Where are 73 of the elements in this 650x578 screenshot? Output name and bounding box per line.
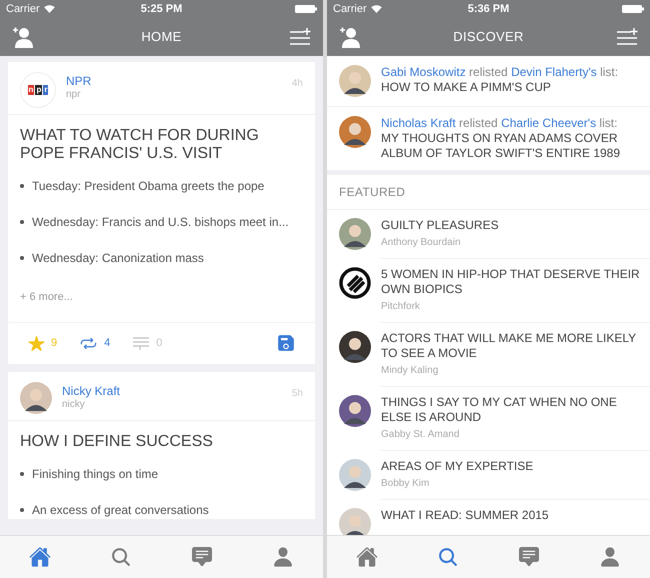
action-count: 9 (51, 336, 58, 351)
home-icon (356, 546, 378, 568)
user-link[interactable]: Nicholas Kraft (381, 116, 456, 130)
featured-list-title[interactable]: WHAT I READ: SUMMER 2015 (381, 508, 640, 523)
featured-list-author: Mindy Kaling (381, 364, 440, 378)
messages-icon (192, 547, 212, 567)
avatar (339, 116, 371, 148)
user-link[interactable]: Gabi Moskowitz (381, 65, 466, 79)
messages-icon (518, 547, 539, 567)
post-title: HOW I DEFINE SUCCESS (20, 432, 214, 450)
bullet-text: Finishing things on time (32, 466, 158, 482)
featured-list-author: Anthony Bourdain (381, 236, 462, 250)
post-title: WHAT TO WATCH FOR DURING POPE FRANCIS' U.S. VISIT (20, 127, 260, 163)
profile-icon (272, 546, 294, 568)
search-icon (437, 546, 460, 568)
featured-list-title[interactable]: 5 WOMEN IN HIP-HOP THAT DESERVE THEIR OWN BIOPICS (381, 267, 640, 297)
user-link[interactable]: Charlie Cheever's (501, 116, 596, 130)
avatar (20, 382, 52, 414)
featured-list-title[interactable]: ACTORS THAT WILL MAKE ME MORE LIKELY TO SEE A MOVIE (381, 331, 640, 361)
user-link[interactable]: Devin Flaherty's (511, 65, 597, 79)
battery-icon (622, 5, 644, 13)
featured-list-title[interactable]: GUILTY PLEASURES (381, 218, 640, 233)
featured-list-title[interactable]: THINGS I SAY TO MY CAT WHEN NO ONE ELSE IS AROUND (381, 395, 640, 425)
logo-letter: n (28, 85, 34, 95)
add-person-icon[interactable] (339, 26, 361, 48)
status-time: 5:25 PM (140, 2, 182, 17)
avatar (339, 65, 371, 97)
carrier-label: Carrier (6, 2, 40, 17)
featured-list-title[interactable]: AREAS OF MY EXPERTISE (381, 459, 640, 474)
logo-letter: r (43, 85, 48, 95)
featured-list-author: Pitchfork (381, 300, 421, 314)
featured-list-author: Gabby St. Amand (381, 428, 460, 442)
bullet-icon (20, 220, 24, 224)
search-icon (110, 546, 132, 568)
activity-sentence: Gabi Moskowitz relisted Devin Flaherty's list: (381, 65, 618, 80)
section-header: FEATURED (327, 175, 650, 210)
screen-title: DISCOVER (453, 28, 524, 46)
home-icon (29, 546, 52, 568)
bullet-icon (20, 472, 24, 476)
featured-list-author: Bobby Kim (381, 477, 430, 491)
author-name[interactable]: Nicky Kraft (62, 384, 282, 398)
avatar (339, 331, 371, 363)
star-icon[interactable] (28, 334, 45, 352)
bullet-text: An excess of great conversations (32, 502, 209, 518)
avatar (339, 459, 371, 491)
logo-letter: p (35, 85, 42, 95)
status-time: 5:36 PM (468, 2, 510, 17)
activity-sentence: Nicholas Kraft relisted Charlie Cheever's list: (381, 116, 618, 131)
author-handle: nicky (62, 398, 86, 411)
bullet-text: Tuesday: President Obama greets the pope (32, 178, 264, 195)
profile-icon (598, 546, 621, 568)
author-handle: npr (66, 89, 82, 102)
action-count: 4 (104, 336, 110, 351)
add-person-icon[interactable] (12, 26, 34, 48)
avatar (339, 395, 371, 427)
carrier-label: Carrier (333, 2, 367, 17)
bullet-text: Wednesday: Francis and U.S. bishops meet in... (32, 214, 289, 231)
author-name[interactable]: NPR (66, 74, 282, 89)
avatar (339, 218, 371, 250)
bullet-icon (20, 184, 24, 188)
list-title[interactable]: HOW TO MAKE A PIMM'S CUP (381, 80, 618, 95)
bullet-icon (20, 256, 24, 260)
add-list-icon[interactable] (289, 27, 311, 47)
wifi-icon (370, 5, 382, 13)
logo-icon (339, 267, 371, 299)
screen-title: HOME (141, 28, 182, 46)
add-list-icon[interactable] (616, 27, 638, 47)
battery-icon (294, 5, 317, 13)
save-icon[interactable] (277, 334, 295, 352)
wifi-icon (44, 5, 55, 13)
bullet-text: Wednesday: Canonization mass (32, 250, 204, 267)
bullet-icon (20, 508, 24, 512)
list-title[interactable]: MY THOUGHTS ON RYAN ADAMS COVER ALBUM OF TAYLOR SWIFT'S ENTIRE 1989 (381, 131, 638, 161)
